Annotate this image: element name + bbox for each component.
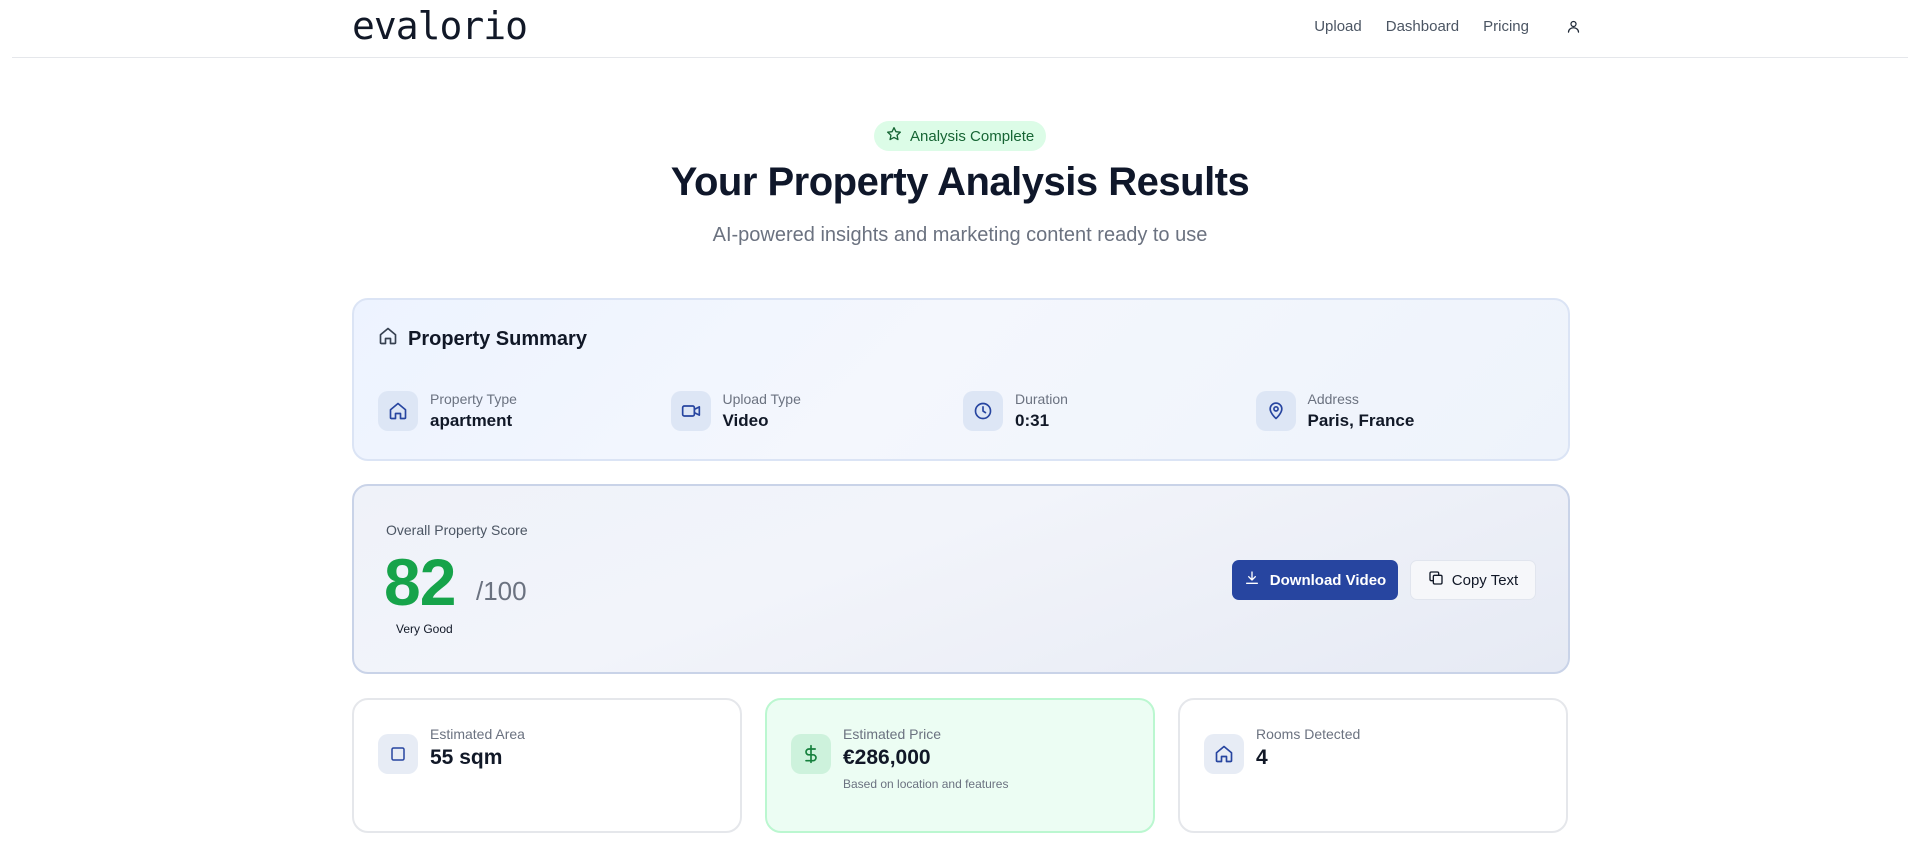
video-camera-icon (670, 391, 711, 431)
map-pin-icon (1255, 391, 1296, 431)
summary-item-value: 0:31 (1015, 411, 1050, 430)
summary-item-label: Address (1307, 391, 1359, 407)
summary-item-value: Paris, France (1307, 411, 1415, 430)
summary-item-value: apartment (430, 411, 513, 430)
stat-value: 4 (1256, 746, 1268, 769)
score-value: 82 (384, 545, 456, 619)
download-video-button[interactable]: Download Video (1232, 560, 1398, 600)
rooms-detected-card: Rooms Detected 4 (1178, 698, 1568, 833)
stat-label: Rooms Detected (1256, 726, 1361, 742)
nav-link-upload[interactable]: Upload (1314, 18, 1362, 35)
summary-item-label: Property Type (430, 391, 517, 407)
stat-text: Rooms Detected 4 (1256, 726, 1360, 770)
home-icon (1204, 734, 1244, 774)
stat-label: Estimated Area (430, 726, 525, 742)
stat-label: Estimated Price (843, 726, 942, 742)
summary-item-label: Duration (1015, 391, 1068, 407)
summary-items: Property Type apartment Upload Type Vide… (378, 391, 1548, 431)
copy-text-label: Copy Text (1451, 571, 1519, 589)
clock-icon (963, 391, 1003, 431)
stat-note: Based on location and features (843, 777, 1009, 791)
page-title: Your Property Analysis Results (670, 160, 1250, 204)
user-icon[interactable] (1563, 16, 1583, 36)
overall-score-card: Overall Property Score 82 /100 Very Good… (352, 484, 1570, 674)
estimated-area-card: Estimated Area 55 sqm (352, 698, 742, 833)
home-icon (378, 326, 398, 352)
analysis-complete-badge: Analysis Complete (874, 121, 1047, 151)
brand-logo[interactable]: evalorio (352, 4, 528, 48)
download-video-label: Download Video (1269, 571, 1387, 589)
score-denominator: /100 (476, 576, 527, 606)
summary-item-property-type: Property Type apartment (378, 391, 671, 431)
summary-title: Property Summary (408, 327, 587, 350)
top-nav: evalorio Upload Dashboard Pricing (12, 0, 1908, 58)
home-icon (378, 391, 418, 431)
copy-icon (1428, 570, 1444, 590)
download-icon (1244, 570, 1260, 590)
dollar-icon (791, 734, 831, 774)
summary-item-value: Video (722, 411, 769, 430)
star-icon (886, 126, 902, 146)
summary-item-label: Upload Type (722, 391, 801, 407)
nav-link-dashboard[interactable]: Dashboard (1386, 18, 1459, 35)
page-subtitle: AI-powered insights and marketing conten… (712, 224, 1208, 246)
stat-text: Estimated Price €286,000 Based on locati… (843, 726, 1008, 791)
stat-value: €286,000 (843, 746, 931, 769)
badge-text: Analysis Complete (910, 127, 1035, 145)
summary-item-address: Address Paris, France (1255, 391, 1549, 431)
stat-value: 55 sqm (430, 746, 503, 769)
summary-item-upload-type: Upload Type Video (670, 391, 964, 431)
square-icon (378, 734, 418, 774)
score-grade: Very Good (396, 622, 453, 636)
property-summary-card: Property Summary Property Type apartment… (352, 298, 1570, 461)
nav-link-pricing[interactable]: Pricing (1483, 18, 1529, 35)
score-label: Overall Property Score (386, 522, 528, 538)
copy-text-button[interactable]: Copy Text (1410, 560, 1536, 600)
stat-text: Estimated Area 55 sqm (430, 726, 525, 770)
summary-item-duration: Duration 0:31 (963, 391, 1256, 431)
nav-links: Upload Dashboard Pricing (1314, 16, 1583, 36)
summary-header: Property Summary (378, 326, 587, 352)
estimated-price-card: Estimated Price €286,000 Based on locati… (765, 698, 1155, 833)
